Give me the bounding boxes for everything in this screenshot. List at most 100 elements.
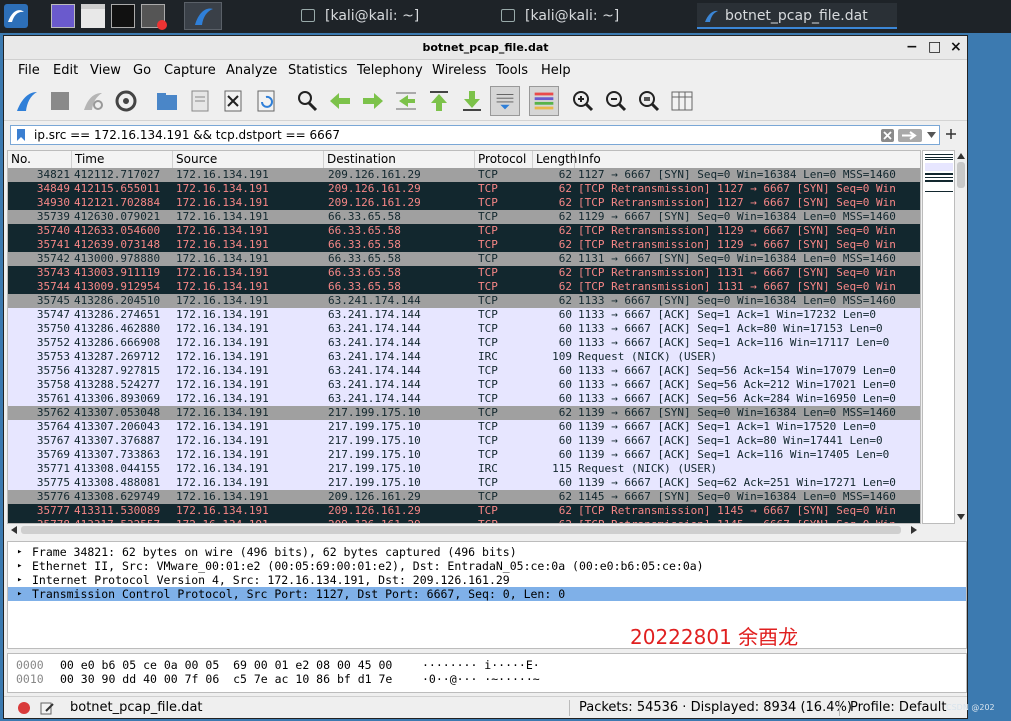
display-filter-input[interactable] — [31, 126, 874, 144]
taskbar-window-terminal-1[interactable]: [kali@kali: ~] — [291, 3, 491, 29]
menu-analyze[interactable]: Analyze — [226, 63, 277, 78]
start-capture-icon[interactable] — [14, 88, 40, 114]
packet-row[interactable]: 35758 413288.524277 172.16.134.191 63.241.1… — [8, 378, 920, 392]
packet-row[interactable]: 35739 412630.079021 172.16.134.191 66.33.65… — [8, 210, 920, 224]
packet-minimap[interactable] — [922, 150, 955, 524]
packet-row[interactable]: 34821 412112.717027 172.16.134.191 209.126.… — [8, 168, 920, 182]
packet-row[interactable]: 34849 412115.655011 172.16.134.191 209.126.… — [8, 182, 920, 196]
menu-wireless[interactable]: Wireless — [432, 63, 486, 78]
packet-row[interactable]: 35769 413307.733863 172.16.134.191 217.199.… — [8, 448, 920, 462]
minimize-button[interactable]: − — [906, 39, 918, 55]
add-filter-button-icon[interactable] — [945, 128, 957, 140]
menu-file[interactable]: File — [18, 63, 40, 78]
close-button[interactable]: × — [950, 39, 962, 55]
column-header-no[interactable]: No. — [8, 151, 72, 168]
bytes-ascii[interactable]: ·0··@··· ·~·····~ — [422, 672, 540, 686]
apply-filter-icon[interactable] — [898, 129, 922, 142]
go-forward-icon[interactable] — [360, 88, 386, 114]
save-file-icon[interactable] — [187, 88, 213, 114]
colorize-icon[interactable] — [529, 86, 559, 116]
column-header-info[interactable]: Info — [575, 151, 920, 168]
first-packet-icon[interactable] — [426, 88, 452, 114]
packet-row[interactable]: 35762 413307.053048 172.16.134.191 217.199.… — [8, 406, 920, 420]
detail-row-ethernet[interactable]: ▸ Ethernet II, Src: VMware_00:01:e2 (00:… — [8, 559, 966, 573]
bytes-ascii[interactable]: ········ i·····E· — [422, 658, 540, 672]
menu-help[interactable]: Help — [541, 63, 571, 78]
column-header-length[interactable]: Length — [533, 151, 577, 168]
zoom-out-icon[interactable] — [603, 88, 629, 114]
menu-telephony[interactable]: Telephony — [357, 63, 423, 78]
expand-arrow-icon[interactable]: ▸ — [17, 545, 22, 559]
maximize-button[interactable]: □ — [928, 39, 941, 55]
packet-row[interactable]: 35744 413009.912954 172.16.134.191 66.33.65… — [8, 280, 920, 294]
wireshark-launcher-icon[interactable] — [184, 2, 222, 30]
find-packet-icon[interactable] — [294, 88, 320, 114]
workspace-icon[interactable] — [51, 4, 75, 28]
packet-row[interactable]: 35776 413308.629749 172.16.134.191 209.126.… — [8, 490, 920, 504]
zoom-in-icon[interactable] — [570, 88, 596, 114]
clear-filter-icon[interactable] — [881, 129, 894, 142]
last-packet-icon[interactable] — [459, 88, 485, 114]
scroll-up-icon[interactable] — [957, 153, 965, 159]
menu-tools[interactable]: Tools — [496, 63, 528, 78]
menu-capture[interactable]: Capture — [164, 63, 216, 78]
menu-go[interactable]: Go — [133, 63, 151, 78]
resize-columns-icon[interactable] — [669, 88, 695, 114]
packet-row[interactable]: 35742 413000.978880 172.16.134.191 66.33.65… — [8, 252, 920, 266]
bookmark-icon[interactable] — [16, 128, 26, 142]
packet-row[interactable]: 35775 413308.488081 172.16.134.191 217.199.… — [8, 476, 920, 490]
packet-row[interactable]: 35752 413286.666908 172.16.134.191 63.241.1… — [8, 336, 920, 350]
capture-comment-icon[interactable] — [40, 701, 54, 715]
packet-row[interactable]: 35777 413311.530089 172.16.134.191 209.126.… — [8, 504, 920, 518]
horizontal-scroll-thumb[interactable] — [21, 526, 901, 534]
packet-row[interactable]: 35767 413307.376887 172.16.134.191 217.199.… — [8, 434, 920, 448]
packet-row[interactable]: 35740 412633.054600 172.16.134.191 66.33.65… — [8, 224, 920, 238]
open-file-icon[interactable] — [154, 88, 180, 114]
normal-size-icon[interactable] — [636, 88, 662, 114]
menu-statistics[interactable]: Statistics — [288, 63, 347, 78]
menu-edit[interactable]: Edit — [53, 63, 78, 78]
file-manager-icon[interactable] — [81, 4, 105, 28]
reload-file-icon[interactable] — [253, 88, 279, 114]
packet-row[interactable]: 35743 413003.911119 172.16.134.191 66.33.65… — [8, 266, 920, 280]
packet-row[interactable]: 35764 413307.206043 172.16.134.191 217.199.… — [8, 420, 920, 434]
column-header-protocol[interactable]: Protocol — [475, 151, 533, 168]
scroll-left-icon[interactable] — [11, 526, 17, 534]
column-header-destination[interactable]: Destination — [324, 151, 475, 168]
go-to-packet-icon[interactable] — [393, 88, 419, 114]
packet-list-vertical-scrollbar[interactable] — [955, 150, 967, 524]
packet-row[interactable]: 35761 413306.893069 172.16.134.191 63.241.1… — [8, 392, 920, 406]
packet-row[interactable]: 34930 412121.702884 172.16.134.191 209.126.… — [8, 196, 920, 210]
bytes-hex[interactable]: 00 e0 b6 05 ce 0a 00 05 69 00 01 e2 08 0… — [60, 658, 392, 672]
scroll-down-icon[interactable] — [957, 514, 965, 520]
terminal-icon[interactable] — [111, 4, 135, 28]
taskbar-window-wireshark[interactable]: botnet_pcap_file.dat — [697, 3, 897, 29]
screen-recorder-icon[interactable] — [141, 4, 167, 30]
filter-dropdown-icon[interactable] — [927, 132, 936, 138]
detail-row-tcp[interactable]: ▸ Transmission Control Protocol, Src Por… — [8, 587, 966, 601]
stop-capture-icon[interactable] — [47, 88, 73, 114]
bytes-hex[interactable]: 00 30 90 dd 40 00 7f 06 c5 7e ac 10 86 b… — [60, 672, 392, 686]
taskbar-window-terminal-2[interactable]: [kali@kali: ~] — [491, 3, 691, 29]
packet-row[interactable]: 35741 412639.073148 172.16.134.191 66.33.65… — [8, 238, 920, 252]
packet-list-horizontal-scrollbar[interactable] — [7, 524, 921, 536]
scroll-thumb[interactable] — [957, 162, 965, 188]
packet-row[interactable]: 35750 413286.462880 172.16.134.191 63.241.1… — [8, 322, 920, 336]
detail-row-frame[interactable]: ▸ Frame 34821: 62 bytes on wire (496 bit… — [8, 545, 966, 559]
expand-arrow-icon[interactable]: ▸ — [17, 587, 22, 601]
column-header-time[interactable]: Time — [72, 151, 173, 168]
expand-arrow-icon[interactable]: ▸ — [17, 573, 22, 587]
kali-menu-icon[interactable] — [4, 4, 28, 28]
scroll-right-icon[interactable] — [911, 526, 917, 534]
auto-scroll-icon[interactable] — [490, 86, 520, 116]
capture-options-icon[interactable] — [113, 88, 139, 114]
column-header-source[interactable]: Source — [173, 151, 324, 168]
go-back-icon[interactable] — [327, 88, 353, 114]
packet-row[interactable]: 35753 413287.269712 172.16.134.191 63.241.1… — [8, 350, 920, 364]
packet-row[interactable]: 35745 413286.204510 172.16.134.191 63.241.1… — [8, 294, 920, 308]
status-profile[interactable]: Profile: Default — [850, 700, 946, 715]
restart-capture-icon[interactable] — [80, 88, 106, 114]
close-file-icon[interactable] — [220, 88, 246, 114]
menu-view[interactable]: View — [90, 63, 121, 78]
packet-row[interactable]: 35756 413287.927815 172.16.134.191 63.241.1… — [8, 364, 920, 378]
